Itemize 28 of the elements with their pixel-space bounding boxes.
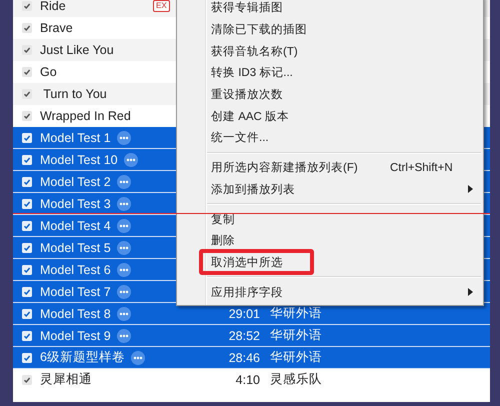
track-time: 28:46 [228,350,260,364]
track-artist: 华研外语 [270,349,322,366]
track-time: 4:10 [236,372,260,386]
track-title: Model Test 9 [40,328,111,342]
track-title: Model Test 8 [40,306,111,320]
track-title: Brave [40,20,73,34]
track-title: Model Test 6 [40,262,111,276]
track-artist: 灵感乐队 [270,371,322,388]
track-title: Just Like You [40,42,114,56]
track-artist: 华研外语 [270,305,322,322]
track-title: Go [40,64,57,78]
track-title: Model Test 10 [40,152,118,166]
track-time: 28:52 [228,328,260,342]
track-title: Model Test 7 [40,284,111,298]
track-title: 灵犀相通 [40,371,92,388]
track-title: Ride [40,0,66,12]
track-artist: 华研外语 [270,327,322,344]
track-title: Model Test 3 [40,196,111,210]
shortcut-label: Ctrl+Shift+N [390,162,453,174]
track-title: Turn to You [42,86,107,100]
track-time: 29:01 [228,306,260,320]
track-title: Model Test 1 [40,130,111,144]
explicit-badge: EX [153,0,170,12]
track-title: Wrapped In Red [40,108,131,122]
track-title: Model Test 2 [40,174,111,188]
track-title: 6级新题型样卷 [40,349,125,366]
track-title: Model Test 5 [40,240,111,254]
track-title: Model Test 4 [40,218,111,232]
